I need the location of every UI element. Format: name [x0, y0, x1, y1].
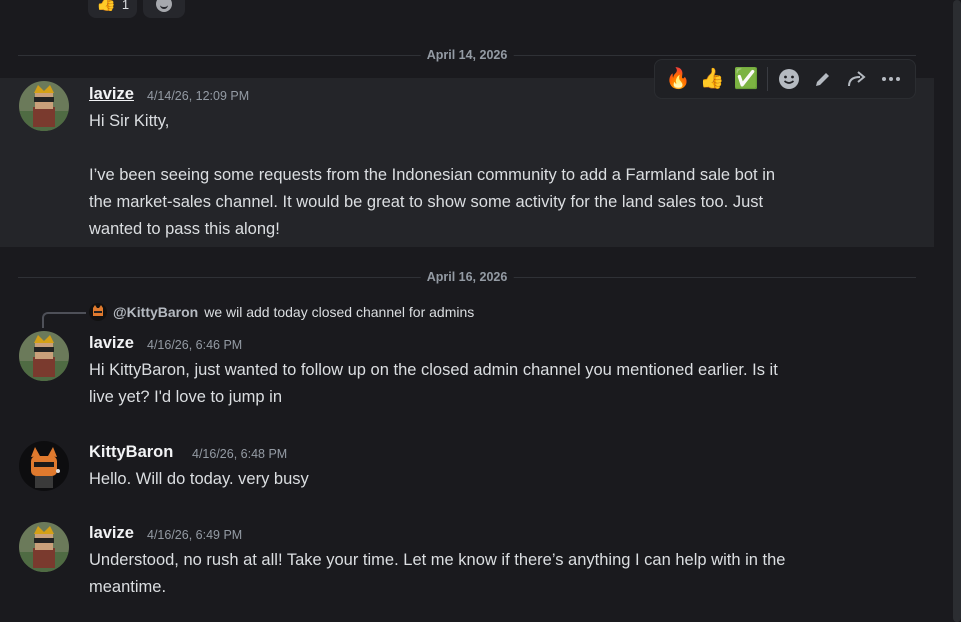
toolbar-separator [767, 67, 768, 91]
username[interactable]: KittyBaron [89, 442, 173, 462]
message-actions-toolbar: 🔥 👍 ✅ [654, 59, 916, 99]
thumbs-up-icon: 👍 [699, 68, 725, 90]
quick-react-check-button[interactable]: ✅ [729, 62, 763, 96]
message-line: the market-sales channel. It would be gr… [89, 193, 764, 211]
reply-spine [42, 312, 86, 328]
message-content: Understood, no rush at all! Take your ti… [89, 547, 909, 601]
message-line: wanted to pass this along! [89, 220, 280, 238]
message-line: Understood, no rush at all! Take your ti… [89, 551, 786, 569]
scrollbar-thumb[interactable] [953, 0, 961, 622]
username[interactable]: lavize [89, 523, 134, 543]
message-line: I’ve been seeing some requests from the … [89, 166, 776, 184]
add-reaction-button[interactable] [772, 62, 806, 96]
add-reaction-icon [156, 0, 173, 12]
pencil-edit-icon [816, 73, 829, 86]
reply-preview[interactable]: @KittyBaron we wil add today closed chan… [89, 303, 474, 321]
edit-button[interactable] [806, 62, 840, 96]
date-divider-label: April 14, 2026 [420, 47, 514, 63]
username[interactable]: lavize [89, 333, 134, 353]
avatar[interactable] [19, 441, 69, 491]
forward-arrow-icon [848, 71, 866, 87]
message-line: Hello. Will do today. very busy [89, 470, 309, 488]
reaction-count: 1 [121, 0, 130, 12]
message-content: Hi Sir Kitty, I’ve been seeing some requ… [89, 108, 909, 243]
reply-avatar [89, 303, 107, 321]
avatar[interactable] [19, 522, 69, 572]
quick-react-fire-button[interactable]: 🔥 [661, 62, 695, 96]
message-content: Hello. Will do today. very busy [89, 466, 909, 493]
previous-reactions: 👍 1 [88, 0, 186, 18]
timestamp[interactable]: 4/16/26, 6:46 PM [147, 337, 242, 353]
thumbs-up-icon: 👍 [96, 0, 116, 12]
date-divider-label: April 16, 2026 [420, 269, 514, 285]
username[interactable]: lavize [89, 84, 134, 104]
timestamp[interactable]: 4/14/26, 12:09 PM [147, 88, 249, 104]
reply-text[interactable]: we wil add today closed channel for admi… [204, 304, 474, 320]
avatar[interactable] [19, 331, 69, 381]
message-content: Hi KittyBaron, just wanted to follow up … [89, 357, 909, 411]
timestamp[interactable]: 4/16/26, 6:49 PM [147, 527, 242, 543]
reaction-thumbs-up[interactable]: 👍 1 [88, 0, 138, 18]
message-line: Hi KittyBaron, just wanted to follow up … [89, 361, 778, 379]
avatar[interactable] [19, 81, 69, 131]
message-line: live yet? I'd love to jump in [89, 388, 282, 406]
add-reaction-button[interactable] [143, 0, 186, 18]
message-line: Hi Sir Kitty, [89, 112, 170, 130]
reply-author[interactable]: @KittyBaron [113, 304, 198, 320]
message-line [89, 135, 909, 162]
more-options-button[interactable] [874, 62, 908, 96]
fire-icon: 🔥 [665, 68, 691, 90]
quick-react-thumbs-up-button[interactable]: 👍 [695, 62, 729, 96]
more-ellipsis-icon [882, 77, 900, 81]
timestamp[interactable]: 4/16/26, 6:48 PM [192, 446, 287, 462]
check-mark-icon: ✅ [733, 68, 759, 90]
forward-button[interactable] [840, 62, 874, 96]
add-reaction-icon [779, 69, 799, 89]
message-line: meantime. [89, 578, 167, 596]
